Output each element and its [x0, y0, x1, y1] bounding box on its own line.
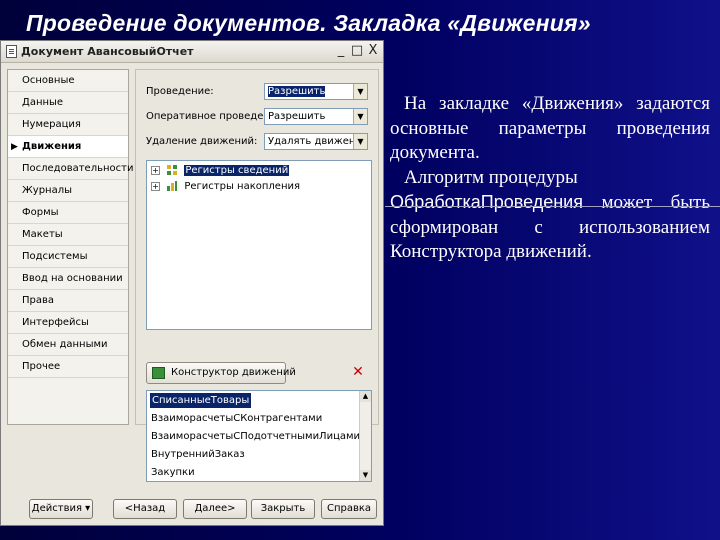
document-window: Документ АвансовыйОтчет _ □ X Основные Д…: [0, 40, 384, 526]
back-button[interactable]: <Назад: [113, 499, 177, 519]
list-item[interactable]: ВзаиморасчетыСПодотчетнымиЛицами: [151, 429, 360, 444]
tab-numbering[interactable]: Нумерация: [8, 114, 128, 136]
posting-value: Разрешить: [268, 86, 326, 97]
close-button[interactable]: Закрыть: [251, 499, 315, 519]
accumulation-register-icon: [167, 181, 178, 191]
list-scrollbar[interactable]: ▲ ▼: [359, 391, 371, 481]
tab-templates[interactable]: Макеты: [8, 224, 128, 246]
tabs-navigation: Основные Данные Нумерация ▶ Движения Пос…: [7, 69, 133, 425]
expand-icon[interactable]: +: [151, 165, 160, 175]
window-titlebar[interactable]: Документ АвансовыйОтчет _ □ X: [1, 41, 383, 63]
tab-data[interactable]: Данные: [8, 92, 128, 114]
minimize-button[interactable]: _: [333, 43, 349, 59]
tab-journals[interactable]: Журналы: [8, 180, 128, 202]
tree-item-accumulation-registers[interactable]: + Регистры накопления: [151, 180, 300, 194]
next-button[interactable]: Далее>: [183, 499, 247, 519]
expand-icon[interactable]: +: [151, 181, 160, 191]
registers-tree: + Регистры сведений + Регистры накоплени…: [146, 160, 372, 330]
constructor-icon: [152, 367, 165, 379]
procedure-name: ОбработкаПроведения: [390, 192, 583, 212]
tab-sequences[interactable]: Последовательности: [8, 158, 133, 180]
description-paragraph-1: На закладке «Движения» задаются основные…: [390, 93, 710, 163]
window-title: Документ АвансовыйОтчет: [21, 45, 194, 58]
divider-line: [385, 206, 720, 207]
realtime-posting-select[interactable]: Разрешить ▼: [264, 108, 368, 125]
tree-item-info-registers[interactable]: + Регистры сведений: [151, 164, 290, 178]
maximize-button[interactable]: □: [349, 43, 365, 59]
dropdown-arrow-icon[interactable]: ▼: [353, 109, 367, 124]
close-window-button[interactable]: X: [365, 43, 381, 59]
description-paragraph-2-start: Алгоритм процедуры: [404, 166, 578, 188]
info-register-icon: [167, 165, 178, 175]
posting-label: Проведение:: [146, 86, 214, 97]
scroll-down-icon[interactable]: ▼: [360, 470, 371, 481]
constructor-button-label: Конструктор движений: [171, 367, 296, 378]
description-text: На закладке «Движения» задаются основные…: [390, 92, 710, 265]
chevron-down-icon: ▾: [85, 503, 91, 514]
delete-movements-label: Удаление движений:: [146, 136, 258, 147]
realtime-posting-value: Разрешить: [268, 111, 326, 122]
registers-list: СписанныеТовары ВзаиморасчетыСКонтрагент…: [146, 390, 372, 482]
tab-main[interactable]: Основные: [8, 70, 128, 92]
slide-title: Проведение документов. Закладка «Движени…: [26, 10, 591, 36]
delete-movements-select[interactable]: Удалять движения а ▼: [264, 133, 368, 150]
actions-button-label: Действия: [31, 503, 82, 514]
tab-data-exchange[interactable]: Обмен данными: [8, 334, 128, 356]
tab-other[interactable]: Прочее: [8, 356, 128, 378]
active-tab-arrow-icon: ▶: [11, 142, 18, 152]
list-item[interactable]: ВзаиморасчетыСКонтрагентами: [151, 411, 322, 426]
movements-panel: Проведение: Разрешить ▼ Оперативное пров…: [135, 69, 379, 482]
tab-rights[interactable]: Права: [8, 290, 128, 312]
movements-constructor-button[interactable]: Конструктор движений: [146, 362, 296, 384]
tab-movements[interactable]: ▶ Движения: [8, 136, 128, 158]
tab-forms[interactable]: Формы: [8, 202, 128, 224]
document-icon: [6, 45, 17, 58]
list-item[interactable]: Закупки: [151, 465, 195, 480]
tree-item-label: Регистры сведений: [184, 165, 290, 176]
actions-button[interactable]: Действия ▾: [29, 499, 93, 519]
tab-input-on-basis[interactable]: Ввод на основании: [8, 268, 128, 290]
tab-movements-label: Движения: [22, 141, 82, 152]
list-item[interactable]: ВнутреннийЗаказ: [151, 447, 245, 462]
help-button[interactable]: Справка: [321, 499, 377, 519]
scroll-up-icon[interactable]: ▲: [360, 391, 371, 402]
tab-interfaces[interactable]: Интерфейсы: [8, 312, 128, 334]
list-item[interactable]: СписанныеТовары: [150, 393, 252, 408]
tab-subsystems[interactable]: Подсистемы: [8, 246, 128, 268]
posting-select[interactable]: Разрешить ▼: [264, 83, 368, 100]
tree-item-label: Регистры накопления: [184, 181, 301, 192]
dropdown-arrow-icon[interactable]: ▼: [353, 84, 367, 99]
dropdown-arrow-icon[interactable]: ▼: [353, 134, 367, 149]
delete-icon[interactable]: ✕: [350, 364, 366, 380]
